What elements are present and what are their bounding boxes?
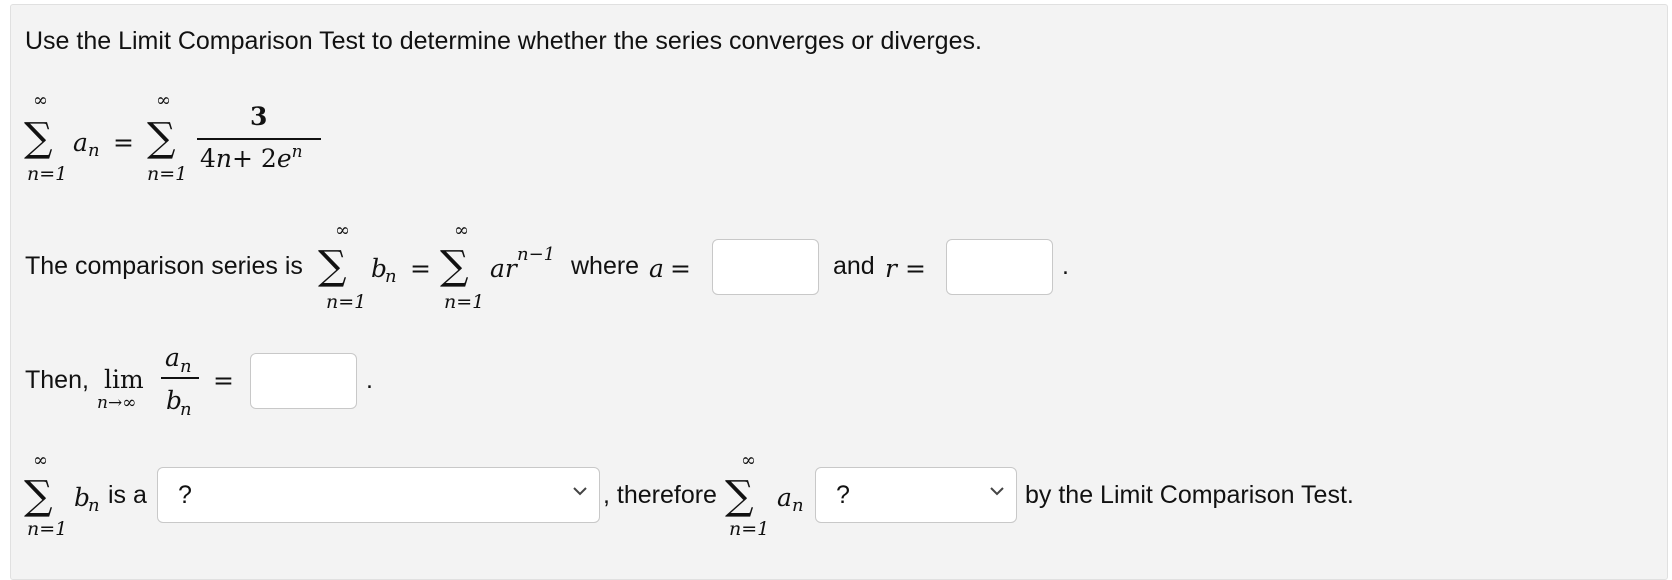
limit-numerator: a bbox=[165, 343, 180, 372]
conclusion-sum-lower-2: n=1 bbox=[729, 518, 770, 540]
select-1-value: ? bbox=[178, 481, 192, 509]
conclusion-sum-upper: ∞ bbox=[33, 450, 48, 471]
r-value-input[interactable] bbox=[946, 239, 1053, 295]
chevron-down-icon bbox=[990, 487, 1004, 496]
sigma-symbol-2: ∑ bbox=[147, 115, 176, 161]
limit-equals: = bbox=[213, 366, 234, 395]
conclusion-a: a bbox=[777, 483, 792, 512]
chevron-down-icon bbox=[573, 487, 587, 496]
where-label: where bbox=[571, 252, 640, 280]
comparison-equals: = bbox=[410, 254, 431, 283]
r-equals: = bbox=[905, 254, 926, 283]
a-symbol: a bbox=[649, 254, 664, 283]
comparison-label: The comparison series is bbox=[25, 252, 303, 280]
equals-sign: = bbox=[113, 128, 134, 157]
lim-subscript: n→∞ bbox=[97, 393, 137, 413]
comparison-sum-lower: n=1 bbox=[326, 291, 367, 313]
select-2-value: ? bbox=[836, 481, 850, 509]
sum-lower-limit-2: n=1 bbox=[147, 163, 188, 185]
then-label: Then, bbox=[25, 366, 89, 394]
is-a-label: is a bbox=[108, 481, 147, 509]
limit-fraction-bar bbox=[161, 377, 199, 379]
fraction-bar bbox=[197, 138, 321, 140]
sum-lower-limit: n=1 bbox=[27, 163, 68, 185]
fraction-numerator: 3 bbox=[250, 102, 268, 131]
convergence-select-2[interactable]: ? bbox=[815, 467, 1017, 523]
conclusion-sum-lower: n=1 bbox=[27, 518, 68, 540]
conclusion-b-sub: n bbox=[88, 495, 100, 516]
question-prompt: Use the Limit Comparison Test to determi… bbox=[25, 27, 982, 55]
conclusion-sum-upper-2: ∞ bbox=[741, 450, 756, 471]
therefore-label: , therefore bbox=[603, 481, 717, 509]
comparison-sigma: ∑ bbox=[318, 243, 347, 289]
conclusion-sigma-2: ∑ bbox=[725, 473, 754, 519]
fraction-denominator: 4n+ 2en bbox=[200, 142, 303, 173]
comparison-ar: ar bbox=[490, 254, 517, 283]
comparison-b-sub: n bbox=[385, 266, 397, 287]
limit-denominator-sub: n bbox=[180, 399, 192, 420]
comparison-sum-lower-2: n=1 bbox=[444, 291, 485, 313]
comparison-period: . bbox=[1062, 252, 1069, 280]
limit-value-input[interactable] bbox=[250, 353, 357, 409]
limit-period: . bbox=[366, 366, 373, 394]
conclusion-sigma: ∑ bbox=[24, 473, 53, 519]
term-a-sub: n bbox=[88, 140, 100, 161]
sum-upper-limit: ∞ bbox=[33, 90, 48, 111]
comparison-sum-upper: ∞ bbox=[335, 220, 350, 241]
and-label: and bbox=[833, 252, 875, 280]
sum-upper-limit-2: ∞ bbox=[156, 90, 171, 111]
comparison-sigma-2: ∑ bbox=[440, 243, 469, 289]
sigma-symbol: ∑ bbox=[24, 115, 53, 161]
conclusion-a-sub: n bbox=[792, 495, 804, 516]
tail-label: by the Limit Comparison Test. bbox=[1025, 481, 1354, 509]
comparison-sum-upper-2: ∞ bbox=[454, 220, 469, 241]
term-a: a bbox=[73, 128, 88, 157]
limit-numerator-sub: n bbox=[180, 356, 192, 377]
r-symbol: r bbox=[885, 254, 897, 283]
a-equals: = bbox=[670, 254, 691, 283]
lim-label: lim bbox=[104, 365, 144, 394]
convergence-select-1[interactable]: ? bbox=[157, 467, 600, 523]
a-value-input[interactable] bbox=[712, 239, 819, 295]
comparison-exponent: n−1 bbox=[517, 244, 556, 265]
